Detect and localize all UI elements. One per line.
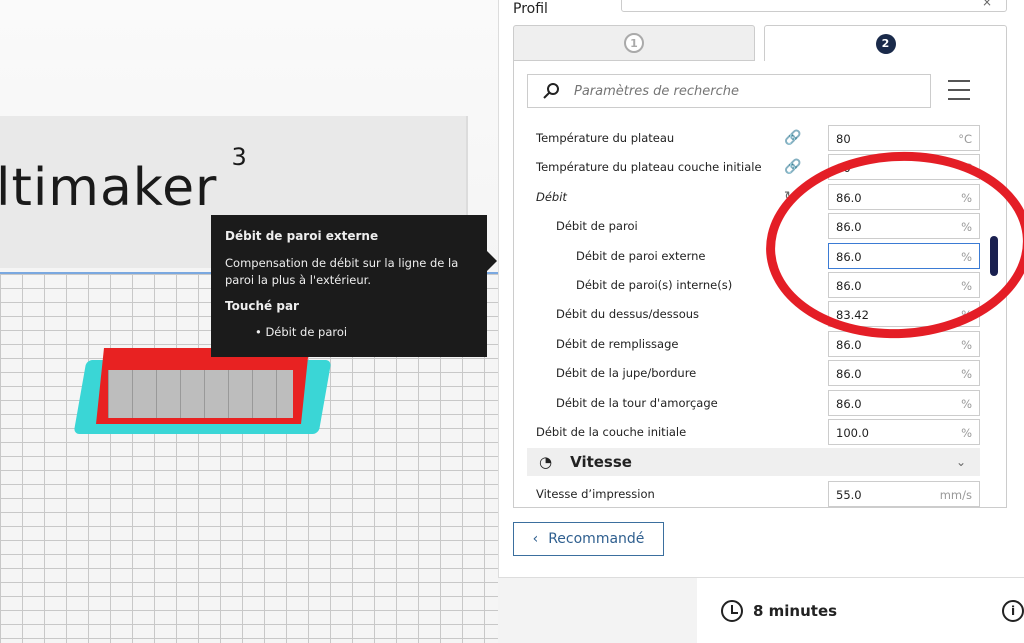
section-vitesse[interactable]: ◔ Vitesse ⌄: [527, 448, 980, 476]
tooltip-affected-by-item: • Débit de paroi: [255, 325, 348, 339]
info-icon[interactable]: i: [1002, 600, 1024, 622]
model-top[interactable]: [108, 370, 293, 418]
settings-menu-icon[interactable]: [948, 80, 970, 100]
setting-value: 100.0: [836, 426, 869, 440]
setting-value: 86.0: [836, 337, 862, 352]
setting-value: 86.0: [836, 249, 862, 264]
setting-value: 86.0: [836, 396, 862, 411]
setting-input[interactable]: 86.0%: [828, 213, 980, 240]
scrollbar-thumb[interactable]: [990, 236, 998, 276]
setting-label: Débit de remplissage: [556, 336, 679, 351]
setting-value: 86.0: [836, 279, 862, 293]
setting-input[interactable]: 86.0%: [828, 272, 980, 298]
setting-label: Débit de la tour d'amorçage: [556, 395, 718, 410]
reset-icon[interactable]: ↻: [784, 189, 796, 205]
setting-tooltip: Débit de paroi externe Compensation de d…: [211, 215, 497, 357]
print-info-panel: 8 minutes i: [697, 578, 1024, 643]
setting-label: Vitesse d’impression: [536, 487, 655, 501]
setting-unit: %: [961, 190, 972, 205]
setting-row: Débit de la couche initiale 100.0%: [514, 418, 984, 446]
setting-row: Débit ↻ 86.0%: [514, 183, 984, 211]
setting-label: Débit: [536, 189, 567, 204]
setting-row: Température du plateau 🔗 80 °C: [514, 124, 984, 152]
setting-label: Débit de paroi(s) interne(s): [576, 278, 733, 292]
setting-input[interactable]: 86.0%: [828, 183, 980, 210]
printer-logo: ltimaker3: [0, 142, 248, 218]
setting-value: 86.0: [836, 220, 862, 235]
setting-unit: %: [961, 337, 972, 352]
settings-list: Température du plateau🔗80°CTempérature d…: [513, 60, 1007, 508]
extruder-1-badge: 1: [624, 33, 644, 53]
setting-row: Débit de la jupe/bordure 86.0%: [514, 359, 984, 387]
setting-unit: %: [961, 279, 972, 293]
setting-value: 83.42: [836, 308, 869, 323]
search-input[interactable]: [574, 83, 904, 99]
setting-input[interactable]: 86.0%: [828, 330, 980, 357]
setting-unit: %: [961, 220, 972, 235]
recommended-button[interactable]: ‹ Recommandé: [513, 522, 664, 556]
setting-label: Débit de la couche initiale: [536, 425, 687, 439]
setting-unit: %: [961, 396, 972, 411]
setting-row: Température du plateau couche initiale 🔗 6…: [514, 153, 984, 181]
recommended-label: Recommandé: [548, 531, 645, 547]
link-icon[interactable]: 🔗: [784, 159, 801, 175]
setting-input[interactable]: 83.42%: [828, 301, 980, 328]
tooltip-title: Débit de paroi externe: [225, 229, 379, 243]
setting-label: Débit de la jupe/bordure: [556, 366, 697, 381]
setting-label: Débit du dessus/dessous: [556, 307, 700, 322]
profile-select[interactable]: ×: [621, 0, 1007, 12]
chevron-down-icon: ⌄: [955, 455, 966, 469]
setting-unit: °C: [958, 132, 972, 146]
setting-label: Température du plateau: [536, 131, 675, 145]
setting-input[interactable]: 55.0 mm/s: [828, 481, 980, 507]
tab-extruder-1[interactable]: 1: [513, 25, 755, 61]
print-settings-panel: Profil × 1 2 Température du plateau 🔗 80 °C…: [498, 0, 1024, 578]
clock-icon: [721, 600, 743, 622]
setting-value: 60: [836, 161, 851, 176]
section-label: Vitesse: [570, 453, 632, 471]
setting-unit: %: [961, 308, 972, 323]
clear-icon[interactable]: ×: [982, 0, 992, 9]
setting-row: Débit de paroi 86.0%: [514, 212, 984, 240]
setting-row: Débit de paroi externe 86.0%: [514, 242, 984, 270]
setting-unit: %: [961, 426, 972, 440]
setting-label: Débit de paroi: [556, 219, 638, 234]
setting-label: Débit de paroi externe: [576, 248, 706, 263]
setting-row: Débit de paroi(s) interne(s) 86.0%: [514, 271, 984, 299]
setting-input[interactable]: 86.0%: [828, 360, 980, 387]
setting-input[interactable]: 86.0%: [828, 242, 980, 269]
setting-unit: °C: [958, 161, 972, 176]
setting-input[interactable]: 100.0%: [828, 419, 980, 445]
tooltip-affected-by-label: Touché par: [225, 299, 299, 313]
link-icon[interactable]: 🔗: [784, 130, 801, 146]
setting-unit: %: [961, 249, 972, 264]
setting-row-print-speed: Vitesse d’impression 55.0 mm/s: [514, 480, 984, 507]
setting-row: Débit du dessus/dessous 83.42%: [514, 300, 984, 328]
setting-label: Température du plateau couche initiale: [536, 160, 762, 175]
setting-value: 86.0: [836, 190, 862, 205]
setting-input[interactable]: 86.0%: [828, 389, 980, 416]
search-box[interactable]: [527, 74, 931, 108]
search-icon: [543, 83, 559, 99]
chevron-left-icon: ‹: [532, 531, 539, 547]
profile-label: Profil: [513, 1, 548, 17]
3d-viewport[interactable]: ltimaker3 Débit de paroi externe Compens…: [0, 0, 498, 643]
setting-unit: %: [961, 367, 972, 382]
setting-input[interactable]: 80 °C: [828, 125, 980, 151]
tooltip-description: Compensation de débit sur la ligne de la…: [225, 256, 459, 287]
setting-row: Débit de la tour d'amorçage 86.0%: [514, 389, 984, 417]
setting-value: 80: [836, 132, 851, 146]
setting-value: 86.0: [836, 367, 862, 382]
setting-input[interactable]: 60 °C: [828, 154, 980, 181]
print-time: 8 minutes: [753, 602, 838, 620]
tab-extruder-2[interactable]: 2: [764, 25, 1007, 61]
speed-gauge-icon: ◔: [539, 453, 553, 471]
setting-row: Débit de remplissage 86.0%: [514, 330, 984, 358]
extruder-2-badge: 2: [875, 33, 896, 54]
